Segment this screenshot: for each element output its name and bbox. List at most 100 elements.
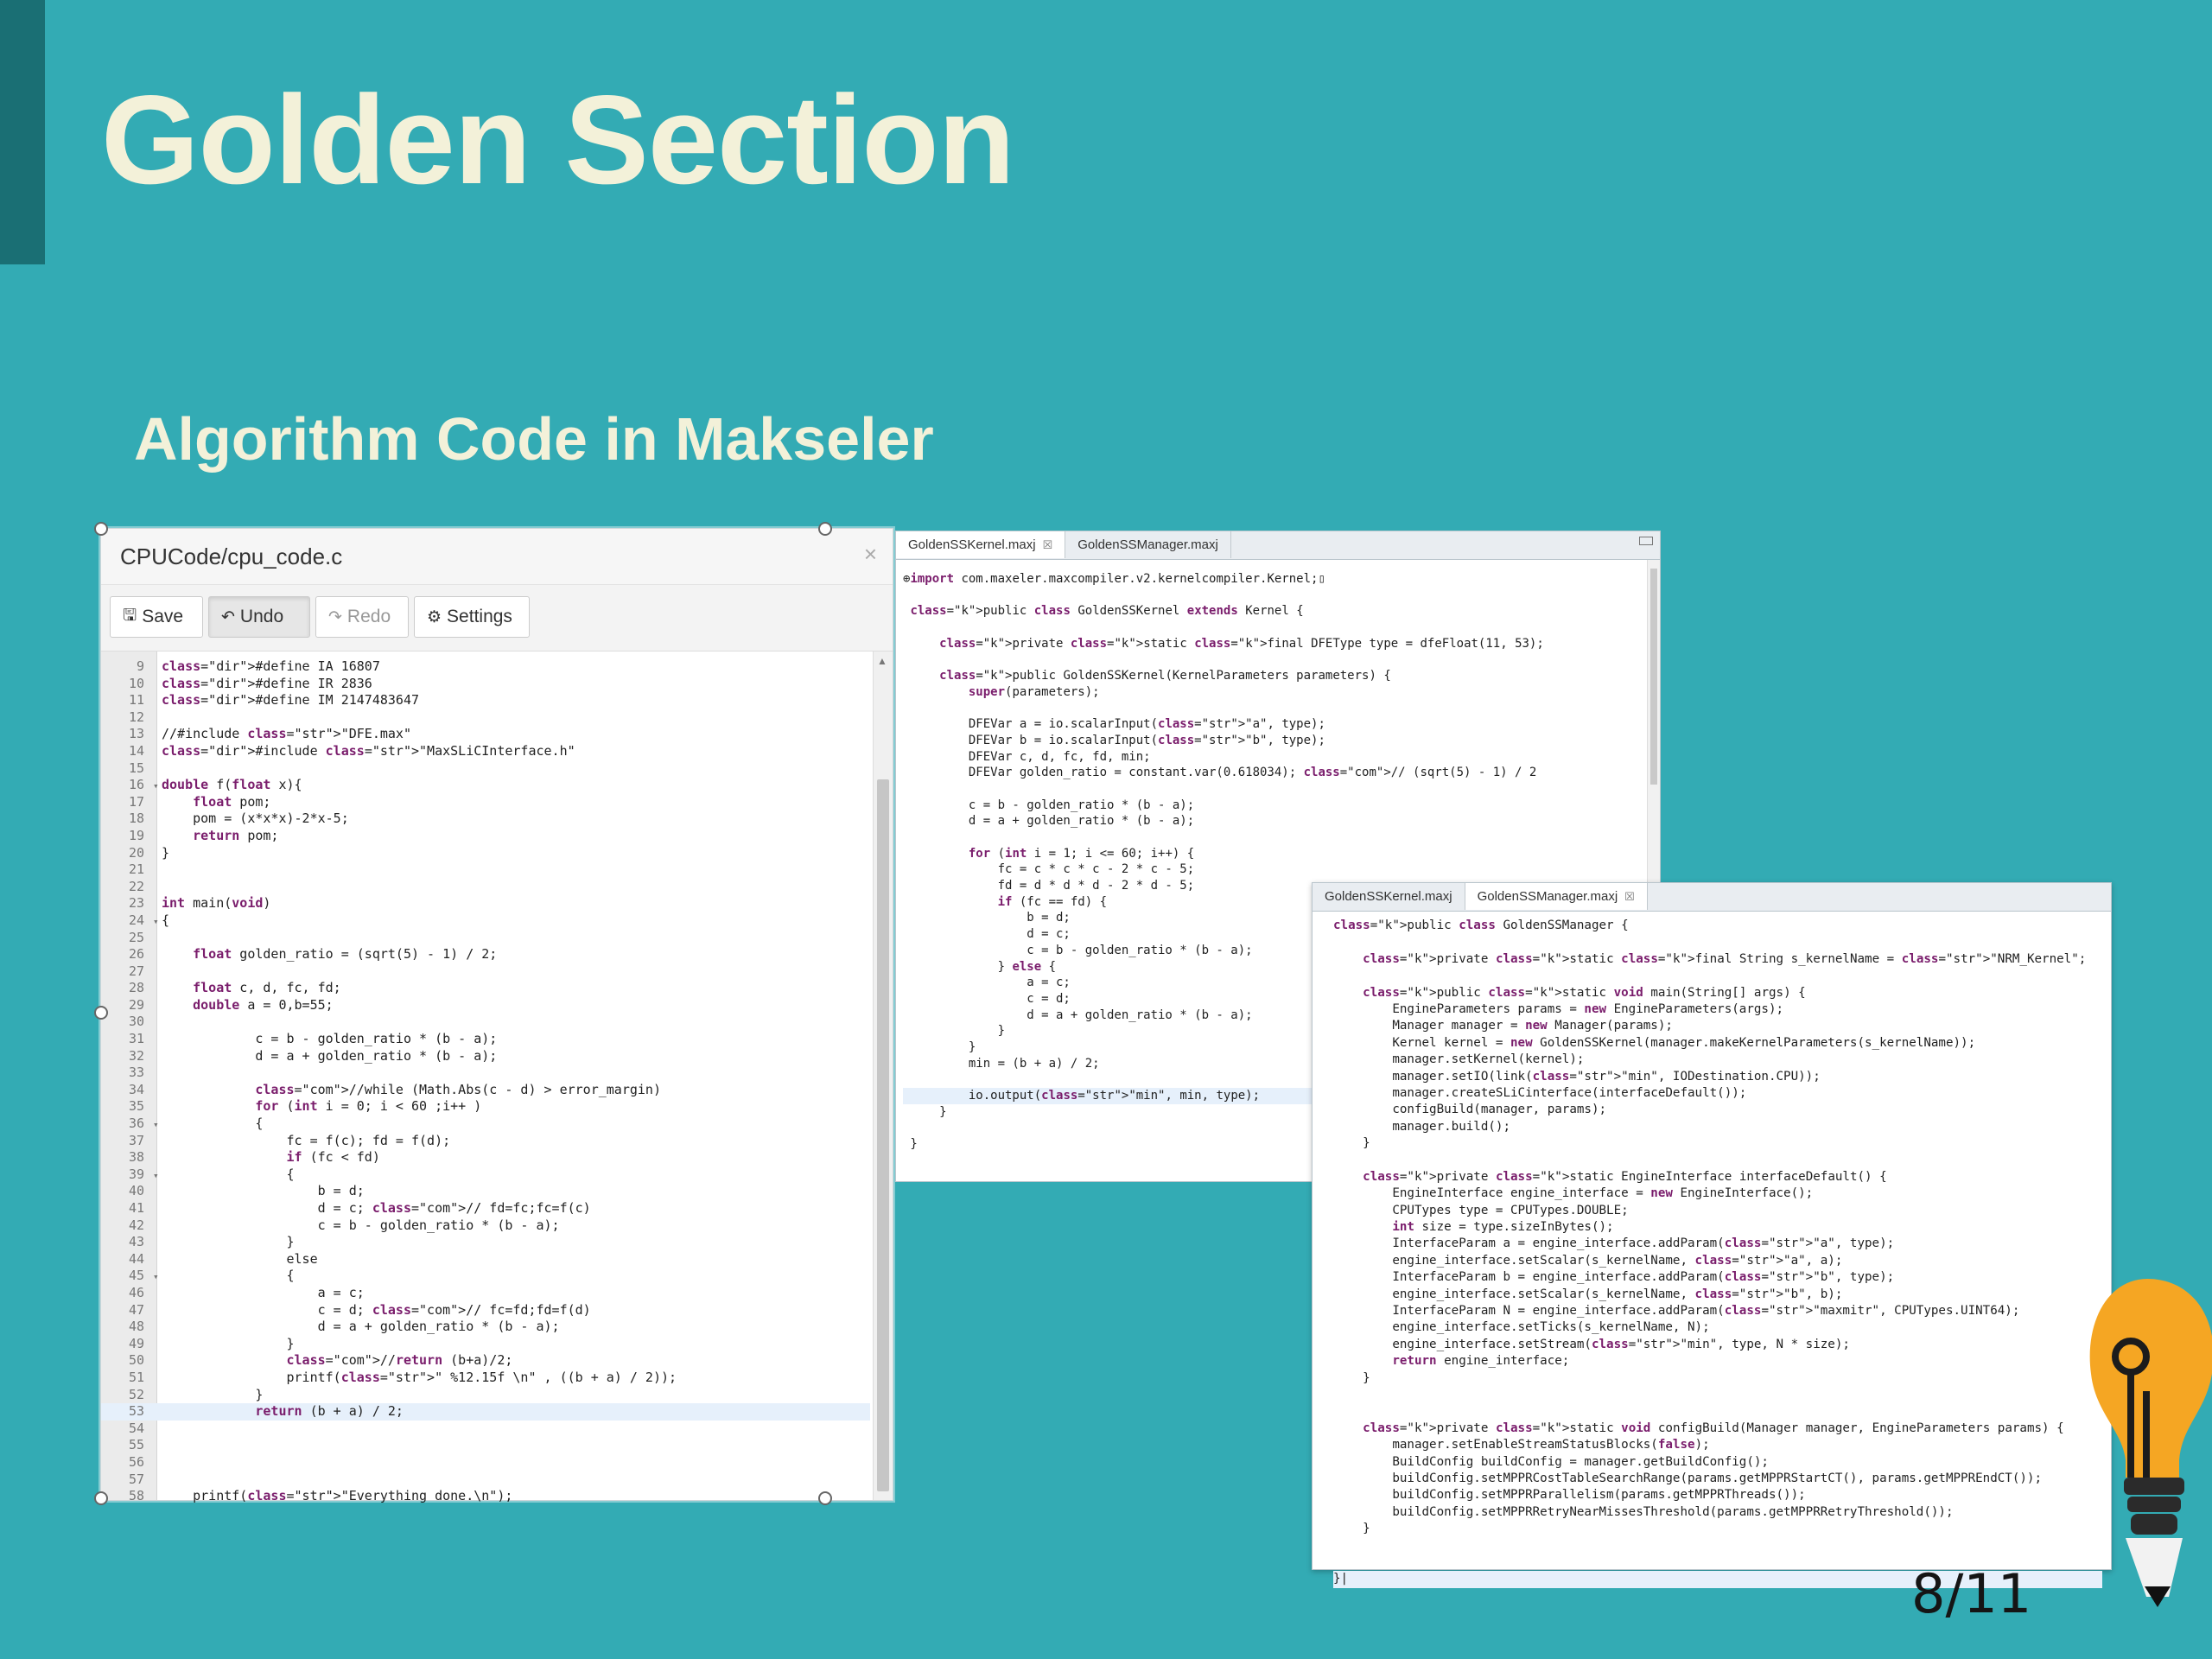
line-number: 46: [128, 1284, 144, 1300]
line-number: 16: [128, 777, 144, 793]
fold-marker[interactable]: ▾: [153, 1116, 162, 1133]
tab-manager[interactable]: GoldenSSManager.maxj ☒: [1465, 883, 1648, 910]
code-line: InterfaceParam a = engine_interface.addP…: [1333, 1236, 2102, 1252]
code-line: class="k">private class="k">static class…: [1333, 951, 2102, 968]
code-text: class="k">private class="k">static class…: [939, 636, 1544, 651]
undo-button[interactable]: ↶ Undo: [208, 596, 310, 638]
code-line: 56: [101, 1454, 870, 1471]
line-number: 50: [128, 1352, 144, 1369]
code-line: super(parameters);: [903, 684, 1643, 701]
code-line: 13 //#include class="str">"DFE.max": [101, 726, 870, 743]
line-number: 14: [128, 742, 144, 759]
code-lines[interactable]: class="k">public class GoldenSSManager {…: [1333, 918, 2102, 1588]
code-line: 38 if (fc < fd): [101, 1149, 870, 1166]
code-text: buildConfig.setMPPRParallelism(params.ge…: [1333, 1488, 1806, 1503]
code-line: 24 ▾{: [101, 912, 870, 930]
minimize-icon[interactable]: [1639, 537, 1653, 545]
code-line: class="k">public class GoldenSSManager {: [1333, 918, 2102, 934]
code-line: 30: [101, 1014, 870, 1031]
settings-button[interactable]: ⚙ Settings: [414, 596, 530, 638]
code-text: d = a + golden_ratio * (b - a);: [162, 1047, 498, 1064]
code-line: InterfaceParam b = engine_interface.addP…: [1333, 1269, 2102, 1286]
line-number: 20: [128, 844, 144, 861]
code-line: 42 c = b - golden_ratio * (b - a);: [101, 1217, 870, 1235]
code-text: buildConfig.setMPPRRetryNearMissesThresh…: [1333, 1504, 1954, 1519]
code-line: manager.setKernel(kernel);: [1333, 1052, 2102, 1068]
code-line: 39 ▾ {: [101, 1166, 870, 1184]
code-line: 34 class="com">//while (Math.Abs(c - d) …: [101, 1082, 870, 1099]
fold-marker[interactable]: ▾: [153, 778, 162, 794]
code-text: class="k">public class GoldenSSManager {: [1333, 918, 1629, 932]
code-text: class="k">private class="k">static class…: [1363, 951, 2087, 966]
close-tab-icon[interactable]: ☒: [1043, 538, 1053, 551]
code-text: class="k">public GoldenSSKernel(KernelPa…: [939, 669, 1391, 683]
tab-kernel[interactable]: GoldenSSKernel.maxj: [1313, 883, 1465, 910]
code-line: DFEVar b = io.scalarInput(class="str">"b…: [903, 733, 1643, 749]
code-line: 22: [101, 879, 870, 896]
code-line: 58 printf(class="str">"Everything done.\…: [101, 1488, 870, 1505]
editor-file-title: CPUCode/cpu_code.c: [120, 543, 343, 569]
fold-marker[interactable]: ▾: [153, 1268, 162, 1285]
code-text: class="k">private class="k">static void …: [1363, 1421, 2064, 1435]
resize-handle[interactable]: [94, 1006, 108, 1020]
code-text: configBuild(manager, params);: [1333, 1103, 1607, 1117]
code-text: c = b - golden_ratio * (b - a);: [162, 1031, 498, 1047]
tab-kernel[interactable]: GoldenSSKernel.maxj ☒: [896, 531, 1066, 558]
code-line: 36 ▾ {: [101, 1116, 870, 1133]
scrollbar-thumb[interactable]: [877, 779, 889, 1491]
code-line: 12: [101, 709, 870, 727]
close-tab-icon[interactable]: ☒: [1624, 890, 1635, 903]
save-button[interactable]: 🖫 Save: [110, 596, 203, 638]
code-text: int size = type.sizeInBytes();: [1392, 1220, 1614, 1235]
code-text: fc = f(c); fd = f(d);: [162, 1132, 451, 1148]
code-text: if (fc < fd): [286, 1149, 380, 1166]
code-text: }: [162, 844, 170, 861]
fold-marker[interactable]: ▾: [153, 1167, 162, 1184]
code-line: }: [1333, 1135, 2102, 1152]
line-number: 55: [128, 1437, 144, 1453]
scrollbar-thumb[interactable]: [1650, 569, 1657, 785]
tab-label: GoldenSSKernel.maxj: [1325, 889, 1452, 904]
line-number: 13: [128, 726, 144, 742]
code-line: engine_interface.setStream(class="str">"…: [1333, 1337, 2102, 1353]
code-line: 54: [101, 1421, 870, 1438]
code-line: Kernel kernel = new GoldenSSKernel(manag…: [1333, 1035, 2102, 1052]
light-bulb-icon: [2089, 1279, 2212, 1607]
code-line: 46 a = c;: [101, 1285, 870, 1302]
code-text: d = a + golden_ratio * (b - a);: [903, 814, 1195, 829]
redo-button[interactable]: ↷ Redo: [315, 596, 409, 638]
resize-handle[interactable]: [94, 522, 108, 536]
code-line: 23 int main(void): [101, 895, 870, 912]
code-text: c = d; class="com">// fc=fd;fd=f(d): [162, 1301, 591, 1318]
resize-handle[interactable]: [94, 1491, 108, 1505]
fold-marker[interactable]: ▾: [153, 913, 162, 930]
line-number: 51: [128, 1369, 144, 1385]
code-line: 50 class="com">//return (b+a)/2;: [101, 1352, 870, 1370]
code-text: engine_interface.setScalar(s_kernelName,…: [1333, 1253, 1843, 1268]
line-number: 24: [128, 912, 144, 928]
line-number: 22: [128, 878, 144, 894]
code-area[interactable]: 9 class="dir">#define IA 16807 10 class="di…: [101, 652, 893, 1503]
line-number: 53: [128, 1403, 144, 1420]
close-icon[interactable]: ×: [864, 541, 877, 568]
code-text: d = a + golden_ratio * (b - a);: [903, 1007, 1253, 1022]
code-line: 37 fc = f(c); fd = f(d);: [101, 1133, 870, 1150]
resize-handle[interactable]: [818, 522, 832, 536]
line-number: 49: [128, 1335, 144, 1351]
code-text: manager.build();: [1333, 1119, 1510, 1134]
code-line: engine_interface.setTicks(s_kernelName, …: [1333, 1319, 2102, 1336]
code-text: class="k">private class="k">static Engin…: [1363, 1169, 1887, 1184]
code-text: CPUTypes type = CPUTypes.DOUBLE;: [1333, 1203, 1629, 1217]
tab-manager[interactable]: GoldenSSManager.maxj: [1065, 531, 1231, 558]
code-lines: 9 class="dir">#define IA 16807 10 class="di…: [101, 658, 870, 1505]
code-text: float golden_ratio = (sqrt(5) - 1) / 2;: [193, 946, 498, 963]
line-number: 23: [128, 895, 144, 912]
vertical-scrollbar[interactable]: ▲: [873, 652, 893, 1500]
code-text: if (fc == fd) {: [997, 894, 1108, 909]
resize-handle[interactable]: [818, 1491, 832, 1505]
code-text: for (int i = 0; i < 60 ;i++ ): [255, 1098, 482, 1115]
scroll-up-icon[interactable]: ▲: [877, 655, 887, 667]
accent-bar: [0, 0, 45, 264]
